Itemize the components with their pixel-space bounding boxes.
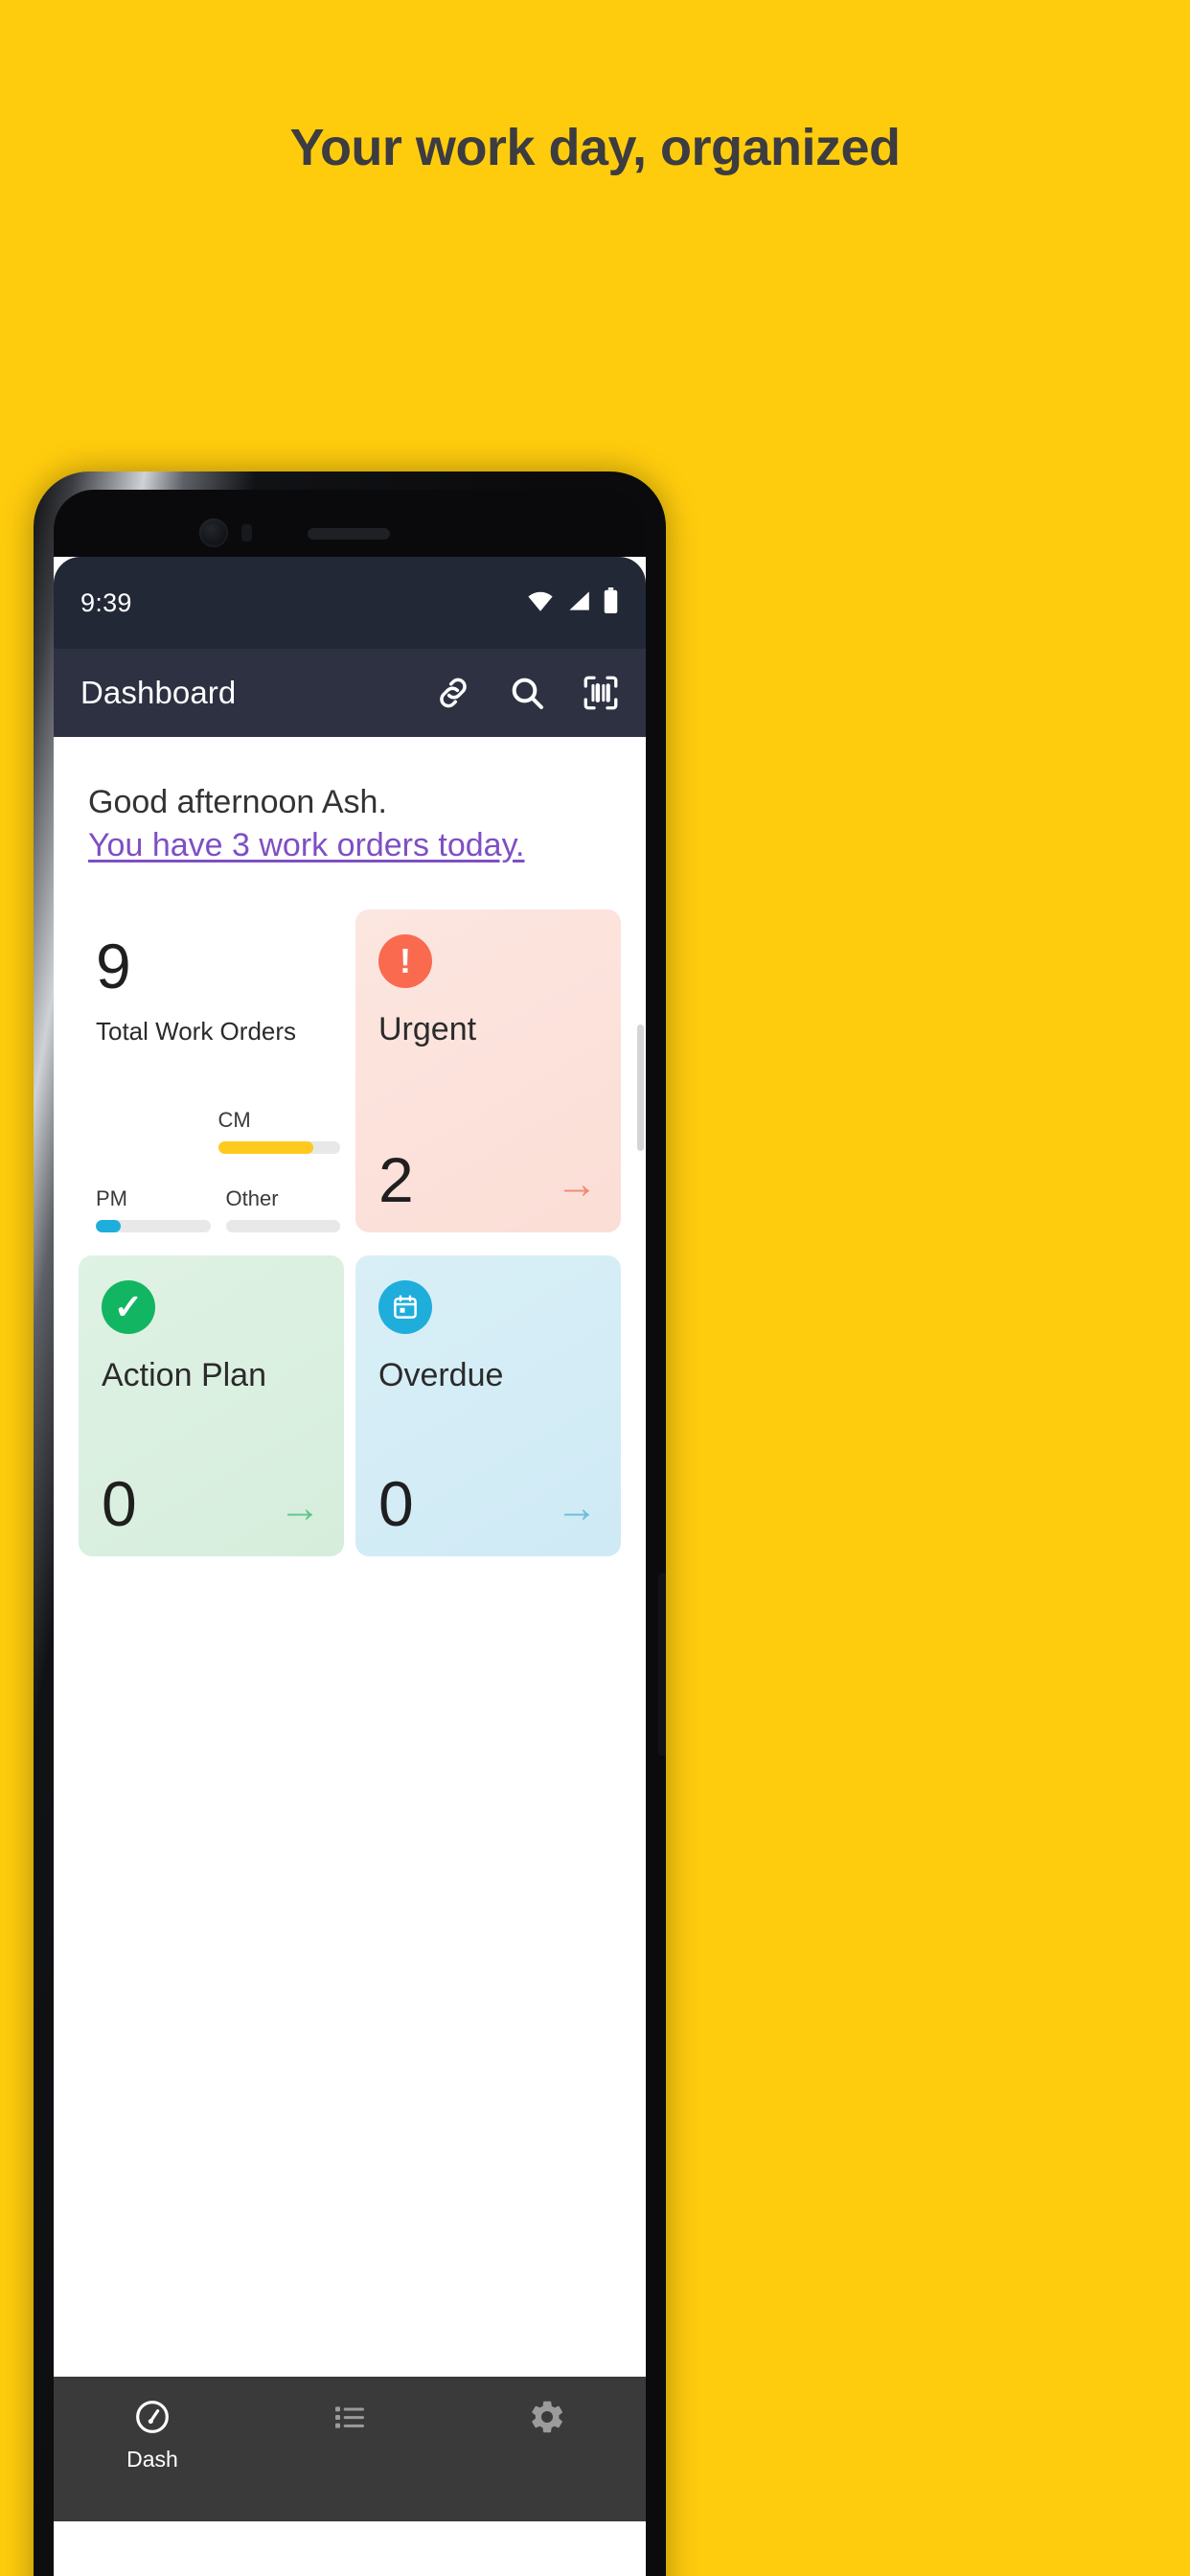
total-work-orders-panel: 9 Total Work Orders CM PM Other <box>79 909 344 1232</box>
work-orders-link[interactable]: You have 3 work orders today. <box>88 824 525 867</box>
total-work-orders-count: 9 <box>96 930 131 1001</box>
breakdown-cm-label: CM <box>217 1107 251 1132</box>
barcode-scan-icon[interactable] <box>581 673 621 713</box>
arrow-right-icon[interactable]: → <box>556 1486 598 1535</box>
app-bar: Dashboard <box>54 649 646 737</box>
sidebar-item-dash[interactable]: Dash <box>54 2377 251 2472</box>
status-time: 9:39 <box>80 587 132 617</box>
promo-headline: Your work day, organized <box>289 119 901 176</box>
overdue-card[interactable]: Overdue 0 → <box>355 1254 621 1556</box>
urgent-card[interactable]: ! Urgent 2 → <box>355 908 621 1232</box>
breakdown-other-label: Other <box>225 1185 279 1210</box>
action-plan-card[interactable]: ✓ Action Plan 0 → <box>79 1254 344 1556</box>
action-plan-card-bottom: 0 → <box>102 1472 321 1535</box>
search-icon[interactable] <box>508 674 546 712</box>
urgent-card-bottom: 2 → <box>378 1148 598 1211</box>
greeting-text: Good afternoon Ash. <box>88 784 387 820</box>
breakdown-cm: CM <box>217 1107 340 1154</box>
battery-icon <box>603 587 619 618</box>
nav-dash-label: Dash <box>126 2447 178 2472</box>
sensor-icon <box>241 524 252 541</box>
wifi-icon <box>526 589 555 617</box>
breakdown-other-track <box>225 1219 340 1232</box>
status-bar: 9:39 <box>54 557 646 649</box>
gauge-icon <box>133 2398 172 2441</box>
earpiece-speaker <box>308 528 390 540</box>
arrow-right-icon[interactable]: → <box>556 1162 598 1211</box>
overdue-card-title: Overdue <box>378 1356 504 1393</box>
phone-screen: 9:39 Dashboard Good afternoon Ash. You h… <box>54 557 646 2576</box>
device-side-button <box>658 1574 666 1756</box>
calendar-icon <box>378 1279 432 1334</box>
bottom-navigation: Dash <box>54 2377 646 2521</box>
action-plan-card-title: Action Plan <box>102 1356 266 1393</box>
phone-bezel: 9:39 Dashboard Good afternoon Ash. You h… <box>54 490 646 2576</box>
cellular-signal-icon <box>565 589 592 617</box>
check-circle-icon: ✓ <box>102 1279 155 1334</box>
overdue-card-bottom: 0 → <box>378 1472 598 1535</box>
front-camera-icon <box>199 518 228 547</box>
greeting-block: Good afternoon Ash. You have 3 work orde… <box>54 737 646 867</box>
breakdown-row-lower: PM Other <box>96 1186 340 1232</box>
urgent-card-count: 2 <box>378 1143 414 1215</box>
arrow-right-icon[interactable]: → <box>279 1486 321 1535</box>
breakdown-cm-fill <box>217 1140 313 1154</box>
stats-grid: 9 Total Work Orders CM PM Other ! Urgent… <box>54 908 646 1556</box>
exclamation-icon: ! <box>378 933 432 988</box>
breakdown-row-cm: CM <box>96 1108 340 1154</box>
breakdown-pm-fill <box>96 1219 122 1232</box>
breakdown-pm-label: PM <box>96 1185 127 1210</box>
gear-icon <box>528 2398 566 2441</box>
total-work-orders-label: Total Work Orders <box>96 1016 297 1046</box>
breakdown-bars: CM PM Other <box>96 1108 340 1232</box>
breakdown-cm-track <box>217 1140 340 1154</box>
breakdown-pm: PM <box>96 1186 211 1232</box>
dashboard-content: Good afternoon Ash. You have 3 work orde… <box>54 737 646 2521</box>
link-icon[interactable] <box>433 673 473 713</box>
breakdown-pm-track <box>96 1219 211 1232</box>
sidebar-item-settings[interactable] <box>448 2377 646 2447</box>
overdue-card-count: 0 <box>378 1467 414 1539</box>
page-title: Dashboard <box>80 675 237 710</box>
app-bar-actions <box>433 673 621 713</box>
phone-device-frame: 9:39 Dashboard Good afternoon Ash. You h… <box>34 472 666 2576</box>
breakdown-other: Other <box>225 1185 340 1232</box>
list-icon <box>331 2398 369 2441</box>
sidebar-item-list[interactable] <box>251 2377 448 2447</box>
action-plan-card-count: 0 <box>102 1467 137 1539</box>
urgent-card-title: Urgent <box>378 1010 477 1047</box>
status-icons <box>526 587 619 618</box>
